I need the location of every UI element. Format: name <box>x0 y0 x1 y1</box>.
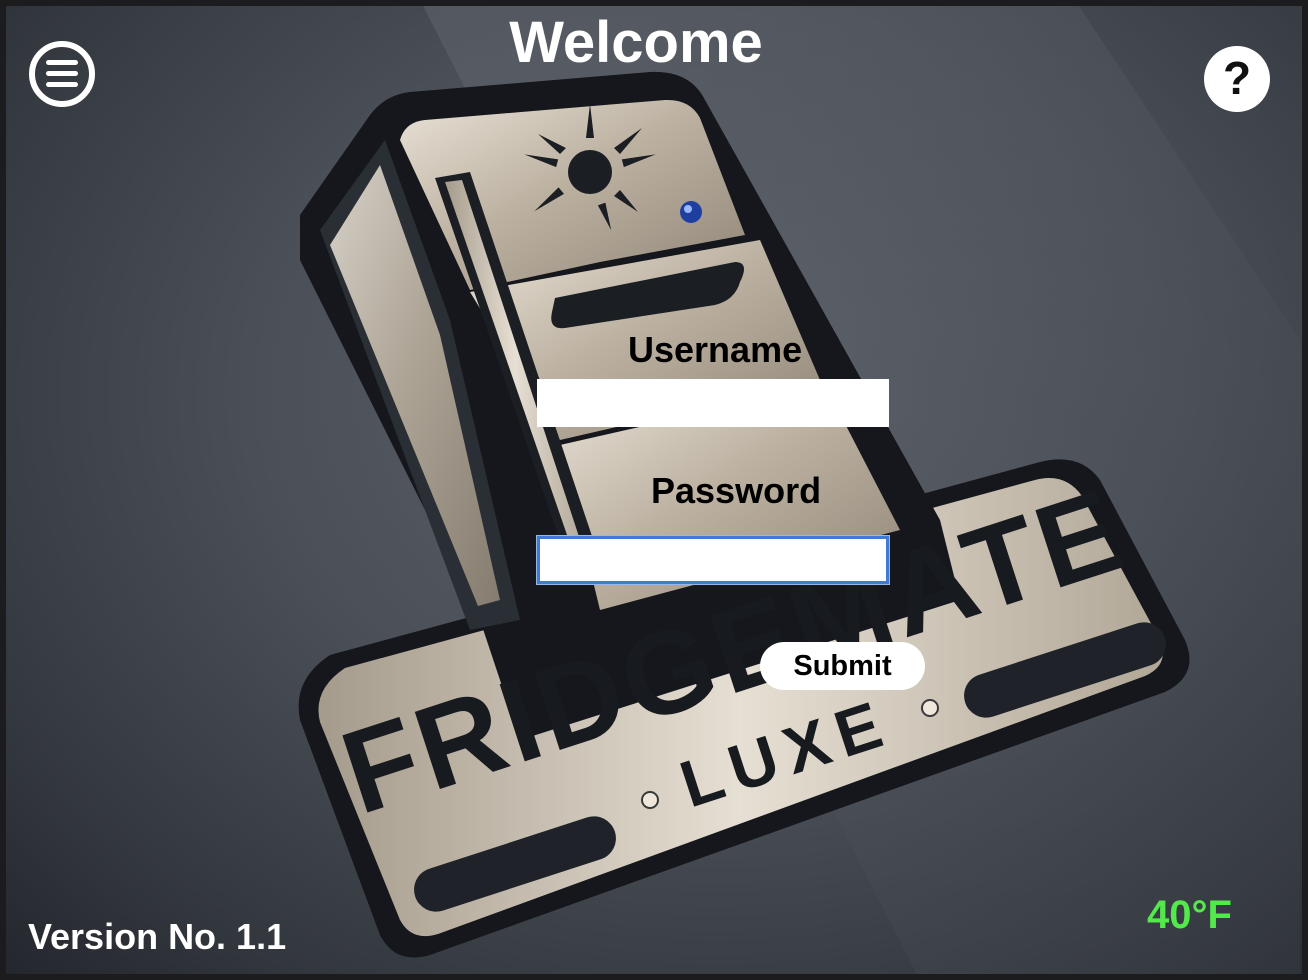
hamburger-menu-icon <box>29 41 95 107</box>
password-label: Password <box>651 470 822 511</box>
username-label: Username <box>628 329 803 370</box>
app-screen: FRIDGEMATE LUXE Welcome ? Username Passw… <box>0 0 1308 980</box>
help-button[interactable]: ? <box>1204 46 1270 112</box>
username-field[interactable] <box>537 379 889 427</box>
password-field[interactable] <box>537 536 889 584</box>
temperature-readout: 40°F <box>1147 893 1232 937</box>
page-title: Welcome <box>509 10 763 75</box>
submit-button[interactable]: Submit <box>760 642 925 690</box>
version-label: Version No. 1.1 <box>28 916 287 957</box>
menu-button[interactable] <box>28 40 96 108</box>
help-question-icon: ? <box>1222 52 1252 104</box>
